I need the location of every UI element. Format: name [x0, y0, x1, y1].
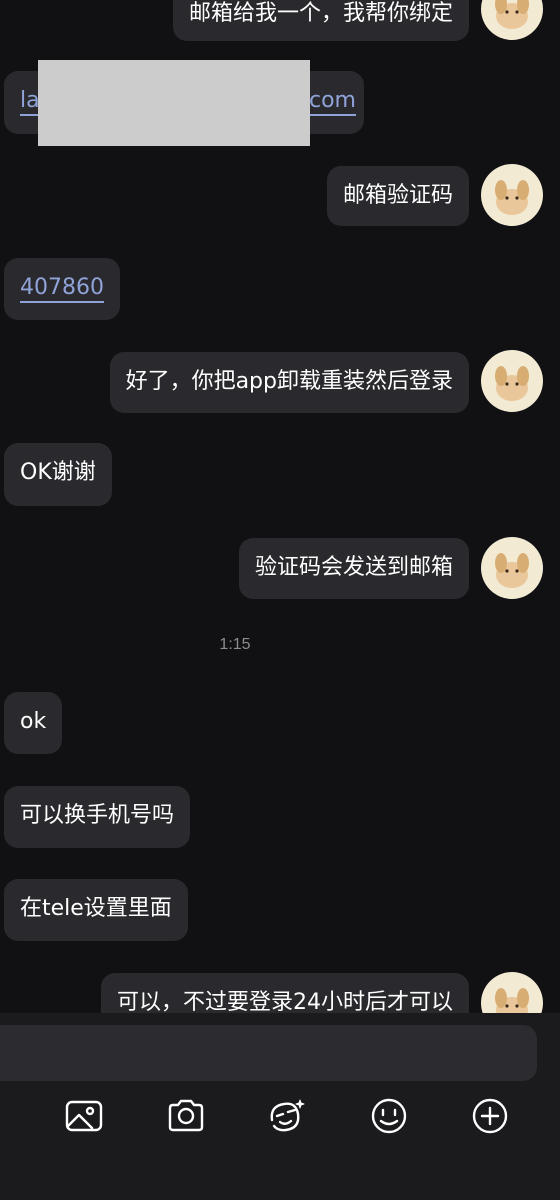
- avatar[interactable]: [481, 0, 543, 40]
- avatar[interactable]: [481, 537, 543, 599]
- message-text: 可以换手机号吗: [20, 803, 175, 828]
- verification-code-link[interactable]: 407860: [20, 275, 104, 300]
- email-link-start[interactable]: la: [20, 88, 40, 113]
- email-link-end[interactable]: com: [309, 86, 356, 116]
- message-text: 验证码会发送到邮箱: [254, 555, 453, 580]
- camera-icon[interactable]: [164, 1094, 208, 1138]
- message-text: 邮箱验证码: [342, 183, 453, 208]
- message-text: 邮箱给我一个，我帮你绑定: [188, 1, 453, 26]
- image-icon[interactable]: [62, 1094, 106, 1138]
- sticker-icon[interactable]: [264, 1094, 308, 1138]
- message-text: ok: [20, 709, 47, 734]
- avatar[interactable]: [481, 164, 543, 226]
- incoming-message[interactable]: ok: [4, 692, 63, 754]
- emoji-icon[interactable]: [367, 1094, 411, 1138]
- message-text: 可以，不过要登录24小时后才可以: [117, 990, 453, 1015]
- incoming-message[interactable]: 可以换手机号吗: [4, 786, 191, 848]
- outgoing-message[interactable]: 验证码会发送到邮箱: [238, 538, 469, 599]
- avatar[interactable]: [481, 350, 543, 412]
- message-text: OK谢谢: [20, 460, 96, 485]
- message-text: 好了，你把app卸载重装然后登录: [125, 369, 453, 394]
- incoming-message[interactable]: 在tele设置里面: [4, 879, 188, 941]
- redaction-box: [38, 60, 310, 146]
- incoming-message[interactable]: OK谢谢: [4, 443, 112, 506]
- outgoing-message[interactable]: 好了，你把app卸载重装然后登录: [109, 352, 469, 413]
- plus-icon[interactable]: [468, 1094, 512, 1138]
- outgoing-message[interactable]: 邮箱验证码: [326, 166, 469, 226]
- message-text: 在tele设置里面: [20, 896, 172, 921]
- incoming-message-code[interactable]: 407860: [4, 258, 120, 320]
- outgoing-message[interactable]: 邮箱给我一个，我帮你绑定: [172, 0, 469, 41]
- message-timestamp: 1:15: [219, 636, 251, 653]
- message-input[interactable]: [0, 1025, 537, 1081]
